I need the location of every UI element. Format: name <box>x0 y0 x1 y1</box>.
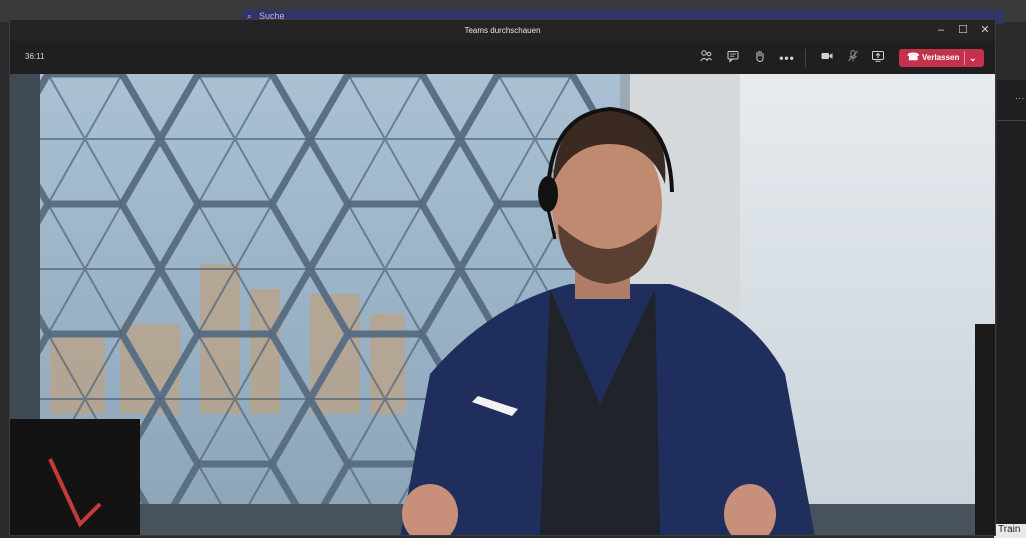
leave-divider <box>964 51 965 65</box>
close-button[interactable]: ✕ <box>974 20 995 41</box>
controls-divider <box>805 49 806 67</box>
call-controls-bar: 36:11 ••• ☎ Verlassen ⌄ <box>10 41 995 74</box>
minimize-button[interactable]: – <box>930 20 952 41</box>
video-frame <box>10 74 995 535</box>
background-side-panel: ⋮ <box>997 80 1026 536</box>
chevron-down-icon[interactable]: ⌄ <box>969 49 977 67</box>
more-icon[interactable]: ••• <box>777 49 797 67</box>
meeting-window: Teams durchschauen – ☐ ✕ 36:11 ••• ☎ Ver… <box>9 19 996 536</box>
chat-icon[interactable] <box>723 49 743 67</box>
mic-muted-icon[interactable] <box>843 49 863 67</box>
call-timer: 36:11 <box>25 52 45 61</box>
leave-button[interactable]: ☎ Verlassen ⌄ <box>899 49 984 67</box>
leave-label: Verlassen <box>922 53 960 62</box>
raise-hand-icon[interactable] <box>750 49 770 67</box>
panel-glyph: ⋮ <box>1015 94 1025 103</box>
people-icon[interactable] <box>696 49 716 67</box>
participant-video <box>10 74 995 535</box>
window-title: Teams durchschauen <box>464 26 541 35</box>
hang-up-icon: ☎ <box>907 52 920 63</box>
camera-icon[interactable] <box>817 49 837 67</box>
panel-divider <box>997 120 1026 121</box>
share-screen-icon[interactable] <box>868 49 888 67</box>
maximize-button[interactable]: ☐ <box>952 20 974 41</box>
title-bar: Teams durchschauen – ☐ ✕ <box>10 20 995 41</box>
